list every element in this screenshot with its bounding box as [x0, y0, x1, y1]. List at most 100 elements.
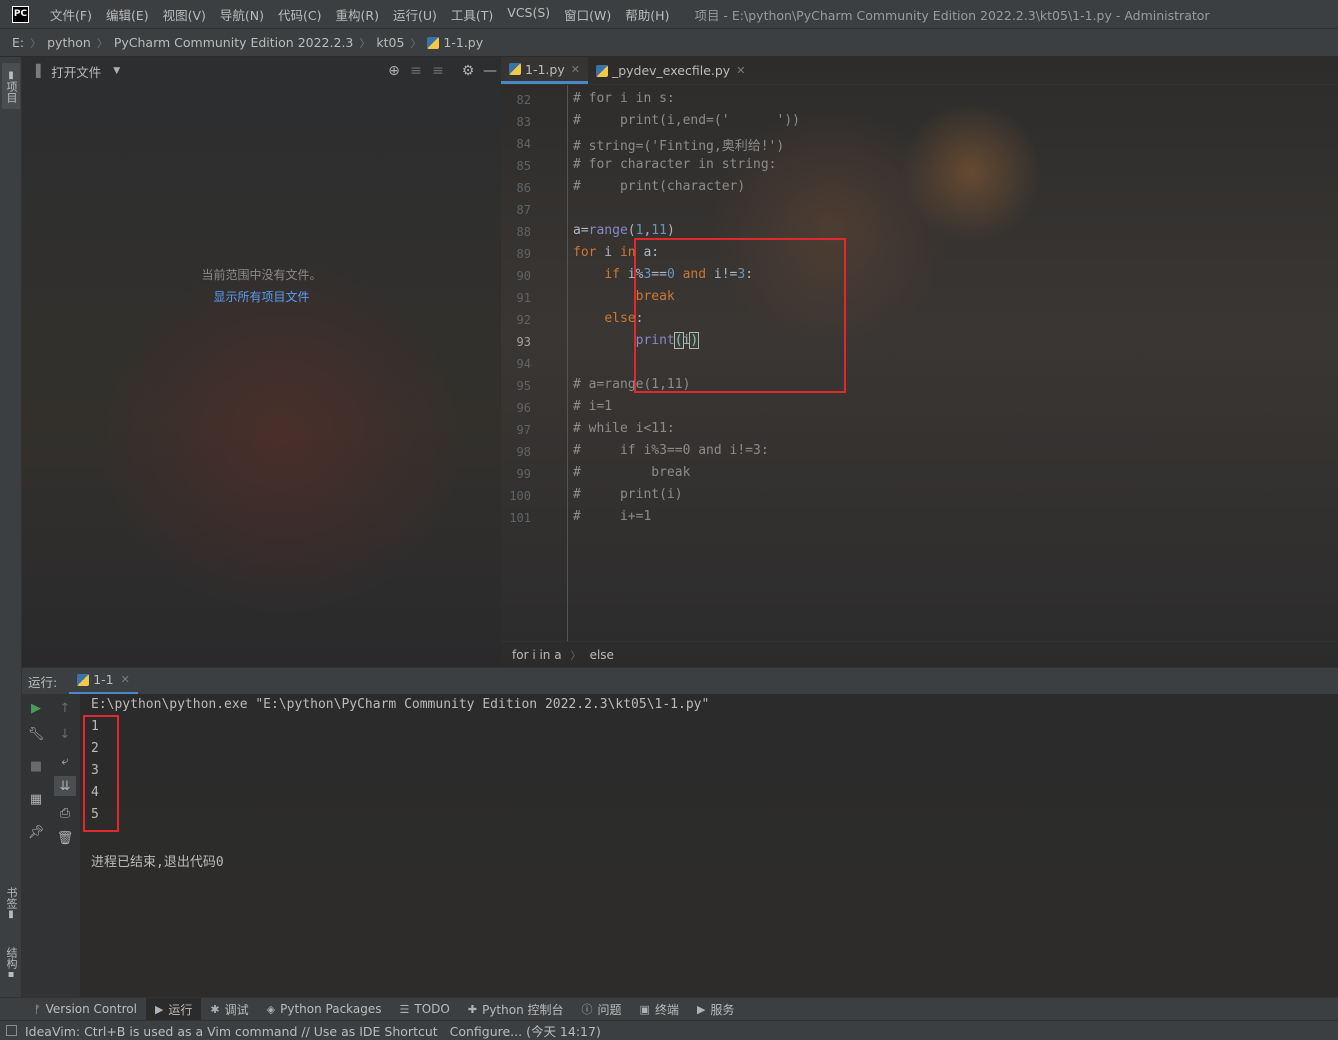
- tool-debug[interactable]: ✱ 调试: [201, 998, 257, 1020]
- code-token: # i=1: [573, 399, 613, 414]
- status-checkbox-icon[interactable]: [6, 1025, 17, 1036]
- code-line: a=range(1,11): [573, 223, 675, 238]
- print-icon[interactable]: ⎙: [54, 803, 76, 823]
- bookmarks-tool-tab[interactable]: 书签 ▮: [2, 887, 20, 920]
- menu-file[interactable]: 文件(F): [43, 5, 99, 24]
- trash-icon[interactable]: 🗑︎: [54, 828, 76, 848]
- line-number: 99: [516, 467, 531, 481]
- code-line: # string=('Finting,奥利给!'): [573, 135, 784, 154]
- stop-icon[interactable]: ■: [25, 756, 47, 776]
- breadcrumb: E: 〉 python 〉 PyCharm Community Edition …: [0, 28, 1338, 57]
- project-tool-tab[interactable]: ▮ 项目: [2, 63, 20, 109]
- tool-label: Version Control: [45, 1002, 137, 1016]
- run-icon: ▶: [154, 1002, 164, 1016]
- menu-navigate[interactable]: 导航(N): [213, 5, 271, 24]
- package-icon: ◈: [266, 1002, 276, 1016]
- line-number: 100: [509, 489, 531, 503]
- menu-refactor[interactable]: 重构(R): [329, 5, 386, 24]
- code-token: for: [573, 245, 597, 260]
- scroll-to-end-icon[interactable]: ⇊: [54, 776, 76, 796]
- breadcrumb-else[interactable]: else: [590, 648, 614, 662]
- line-number: 98: [516, 445, 531, 459]
- menu-edit[interactable]: 编辑(E): [99, 5, 156, 24]
- locate-icon[interactable]: ⊕: [383, 63, 405, 79]
- tool-terminal[interactable]: ▣ 终端: [631, 998, 688, 1020]
- menu-run[interactable]: 运行(U): [386, 5, 444, 24]
- show-all-files-link[interactable]: 显示所有项目文件: [22, 288, 501, 305]
- crumb-pycharm[interactable]: PyCharm Community Edition 2022.2.3: [110, 35, 358, 50]
- arrow-up-icon[interactable]: ↑: [54, 698, 76, 718]
- close-icon[interactable]: ✕: [736, 64, 745, 77]
- menu-window[interactable]: 窗口(W): [557, 5, 618, 24]
- code-token: and: [682, 267, 707, 282]
- status-message[interactable]: IdeaVim: Ctrl+B is used as a Vim command…: [25, 1021, 601, 1040]
- soft-wrap-icon[interactable]: ⤶: [54, 751, 76, 771]
- arrow-down-icon[interactable]: ↓: [54, 724, 76, 744]
- code-token: :: [745, 267, 754, 282]
- project-view-title[interactable]: 打开文件: [51, 62, 101, 81]
- line-number: 82: [516, 93, 531, 107]
- code-token: # while i<11:: [573, 421, 675, 436]
- run-console[interactable]: E:\python\python.exe "E:\python\PyCharm …: [80, 694, 1338, 997]
- warning-icon: ⓘ: [581, 1003, 593, 1016]
- code-area[interactable]: # for i in s: # print(i,end=(' ')) # strin…: [573, 85, 1338, 641]
- terminal-icon: ▣: [639, 1002, 650, 1016]
- tool-services[interactable]: ▶ 服务: [688, 998, 743, 1020]
- console-exit-message: 进程已结束,退出代码0: [91, 855, 224, 870]
- rerun-icon[interactable]: ▶: [25, 698, 47, 718]
- line-number: 97: [516, 423, 531, 437]
- left-tool-strip: ▮ 项目 书签 ▮ 结构 ▪: [0, 57, 22, 997]
- run-config-tab[interactable]: 1-1 ✕: [69, 668, 138, 695]
- project-panel: ▌ 打开文件 ▼ ⊕ ≡ ≡ ⚙ — 当前范围中没有文件。 显示所有项目文件: [22, 57, 501, 667]
- tool-run[interactable]: ▶ 运行: [145, 998, 202, 1020]
- code-token: in: [619, 245, 636, 260]
- menu-tools[interactable]: 工具(T): [444, 5, 500, 24]
- bookmark-icon: ▮: [5, 909, 17, 920]
- breadcrumb-for-loop[interactable]: for i in a: [512, 648, 562, 662]
- minimize-icon[interactable]: —: [479, 63, 501, 79]
- tool-python-packages[interactable]: ◈ Python Packages: [258, 998, 391, 1020]
- pin-icon[interactable]: 📌︎: [25, 822, 47, 842]
- code-token: a:: [635, 245, 660, 260]
- chevron-right-icon: 〉: [570, 651, 581, 662]
- menu-vcs[interactable]: VCS(S): [500, 5, 557, 24]
- tool-python-console[interactable]: ✚ Python 控制台: [459, 998, 573, 1020]
- tool-problems[interactable]: ⓘ 问题: [573, 998, 631, 1020]
- layout-icon[interactable]: ▦: [25, 789, 47, 809]
- editor-tab-bar: 1-1.py ✕ _pydev_execfile.py ✕: [501, 57, 1338, 85]
- crumb-drive[interactable]: E:: [8, 35, 28, 50]
- menu-code[interactable]: 代码(C): [271, 5, 328, 24]
- chevron-down-icon[interactable]: ▼: [113, 66, 120, 76]
- menu-view[interactable]: 视图(V): [156, 5, 213, 24]
- folder-icon: ▮: [5, 69, 17, 81]
- wrench-icon[interactable]: 🔧︎: [25, 724, 47, 744]
- crumb-kt05[interactable]: kt05: [372, 35, 408, 50]
- expand-all-icon[interactable]: ≡: [405, 63, 427, 79]
- code-editor: 1-1.py ✕ _pydev_execfile.py ✕ 82 83 84 85 86…: [501, 57, 1338, 667]
- close-icon[interactable]: ✕: [571, 63, 580, 76]
- tool-todo[interactable]: ☰ TODO: [391, 998, 459, 1020]
- code-line: print(i): [573, 332, 700, 349]
- gear-icon[interactable]: ⚙: [457, 63, 479, 79]
- chevron-right-icon: 〉: [96, 36, 108, 50]
- menu-bar: PC 文件(F) 编辑(E) 视图(V) 导航(N) 代码(C) 重构(R) 运…: [0, 0, 1338, 28]
- tool-version-control[interactable]: ᚠ Version Control: [25, 998, 146, 1020]
- crumb-python[interactable]: python: [43, 35, 95, 50]
- run-label: 运行:: [28, 674, 58, 690]
- code-line: # a=range(1,11): [573, 377, 690, 392]
- code-line: # print(i): [573, 487, 683, 502]
- chevron-right-icon: 〉: [359, 36, 371, 50]
- structure-tab-label: 结构: [5, 947, 18, 969]
- branch-icon: ᚠ: [34, 1002, 41, 1016]
- line-number: 92: [516, 313, 531, 327]
- collapse-all-icon[interactable]: ≡: [427, 63, 449, 79]
- close-icon[interactable]: ✕: [121, 673, 130, 686]
- tab-1-1-py[interactable]: 1-1.py ✕: [501, 57, 588, 84]
- code-token: ==: [651, 267, 667, 282]
- tab-pydev-execfile[interactable]: _pydev_execfile.py ✕: [588, 57, 753, 84]
- crumb-file[interactable]: 1-1.py: [423, 35, 487, 50]
- structure-tool-tab[interactable]: 结构 ▪: [2, 947, 20, 980]
- menu-help[interactable]: 帮助(H): [618, 5, 676, 24]
- code-token: i%: [619, 267, 644, 282]
